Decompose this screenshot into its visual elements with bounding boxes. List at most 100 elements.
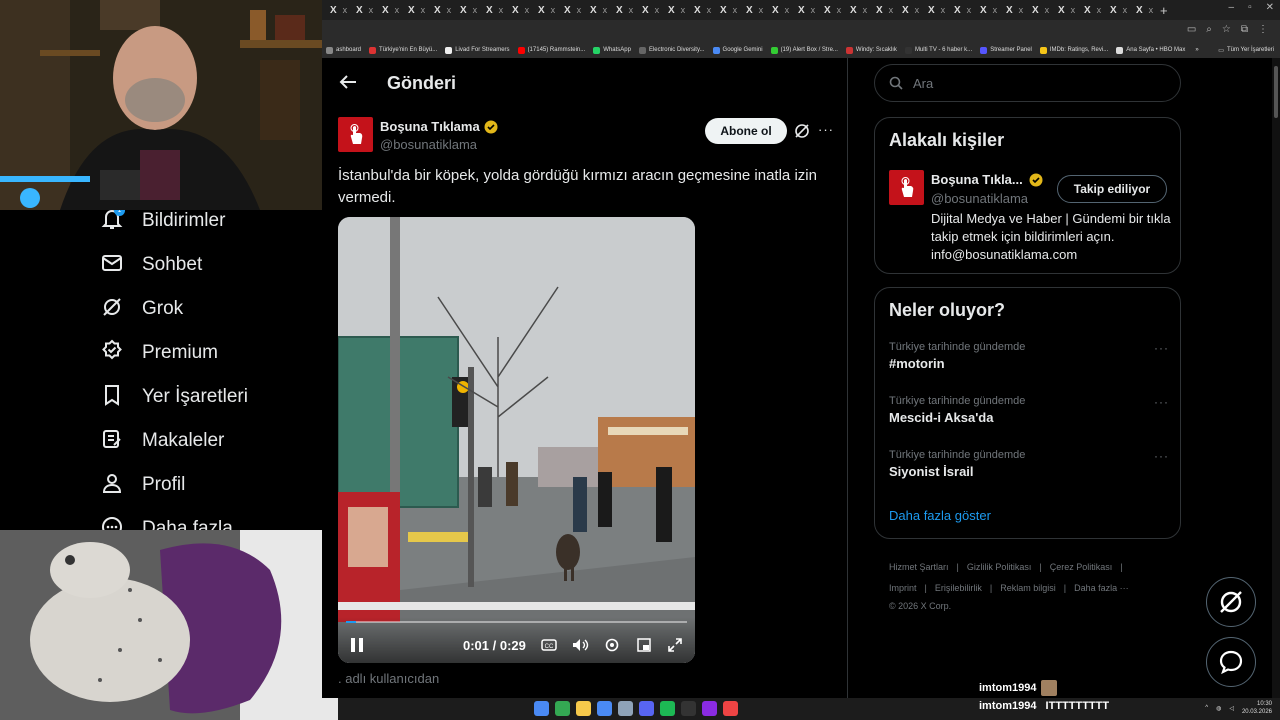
bookmark-item[interactable]: Google Gemini: [709, 46, 767, 54]
tab-close-icon[interactable]: x: [1097, 5, 1102, 15]
tab-close-icon[interactable]: x: [655, 5, 660, 15]
tab-close-icon[interactable]: x: [837, 5, 842, 15]
browser-tab[interactable]: Xx: [1128, 0, 1154, 20]
tab-close-icon[interactable]: x: [499, 5, 504, 15]
captions-icon[interactable]: CC: [540, 636, 558, 654]
browser-tab[interactable]: Xx: [530, 0, 556, 20]
footer-link[interactable]: Imprint: [889, 583, 917, 593]
show-more-link[interactable]: Daha fazla göster: [889, 508, 991, 523]
file-explorer-icon[interactable]: [576, 701, 591, 716]
browser-tab[interactable]: Xx: [842, 0, 868, 20]
trend-more-button[interactable]: ···: [1154, 341, 1169, 355]
tab-close-icon[interactable]: x: [967, 5, 972, 15]
nav-item-mail[interactable]: Sohbet: [100, 250, 202, 280]
scroll-thumb[interactable]: [1274, 66, 1278, 118]
browser-tab[interactable]: Xx: [816, 0, 842, 20]
bookmarks-overflow-button[interactable]: »: [1189, 47, 1204, 53]
browser-tab[interactable]: Xx: [738, 0, 764, 20]
browser-tab[interactable]: Xx: [322, 0, 348, 20]
browser-tab[interactable]: Xx: [374, 0, 400, 20]
star-icon[interactable]: ☆: [1222, 24, 1231, 35]
following-button[interactable]: Takip ediliyor: [1057, 175, 1167, 203]
trend-item[interactable]: Türkiye tarihinde gündemde #motorin ···: [889, 341, 1169, 371]
tab-close-icon[interactable]: x: [1019, 5, 1024, 15]
browser-tab[interactable]: Xx: [400, 0, 426, 20]
zoom-icon[interactable]: ⌕: [1206, 24, 1212, 35]
author-name-text[interactable]: Boşuna Tıklama: [380, 119, 480, 134]
nav-item-profile[interactable]: Profil: [100, 470, 185, 500]
windows-start-icon[interactable]: [534, 701, 549, 716]
tab-close-icon[interactable]: x: [889, 5, 894, 15]
all-bookmarks-folder[interactable]: ▭ Tüm Yer İşaretleri: [1218, 42, 1274, 58]
bookmark-item[interactable]: WhatsApp: [589, 46, 635, 54]
messages-fab-button[interactable]: [1206, 637, 1256, 687]
trend-name[interactable]: Mescid-i Aksa'da: [889, 410, 1169, 425]
trend-more-button[interactable]: ···: [1154, 449, 1169, 463]
tab-close-icon[interactable]: x: [785, 5, 790, 15]
author-handle[interactable]: @bosunatiklama: [380, 137, 477, 152]
browser-tab[interactable]: Xx: [634, 0, 660, 20]
pause-icon[interactable]: [350, 637, 364, 653]
network-icon[interactable]: ◍: [1216, 705, 1221, 712]
related-name[interactable]: Boşuna Tıkla...: [931, 172, 1043, 187]
browser-tab[interactable]: Xx: [348, 0, 374, 20]
spotify-icon[interactable]: [660, 701, 675, 716]
tray-arrow[interactable]: ^: [1205, 705, 1208, 711]
browser-tab[interactable]: Xx: [556, 0, 582, 20]
browser-tab[interactable]: Xx: [1076, 0, 1102, 20]
close-icon[interactable]: ✕: [1266, 2, 1274, 13]
browser-tab[interactable]: Xx: [426, 0, 452, 20]
nav-item-more[interactable]: Daha fazla: [100, 514, 233, 530]
steam-icon[interactable]: [618, 701, 633, 716]
browser-tab[interactable]: Xx: [452, 0, 478, 20]
tab-close-icon[interactable]: x: [551, 5, 556, 15]
clock[interactable]: 10:30 20.03.2026: [1242, 700, 1272, 716]
tab-close-icon[interactable]: x: [447, 5, 452, 15]
footer-link[interactable]: Çerez Politikası: [1050, 562, 1113, 572]
epic-games-icon[interactable]: [681, 701, 696, 716]
tab-close-icon[interactable]: x: [681, 5, 686, 15]
browser-tab[interactable]: Xx: [946, 0, 972, 20]
browser-tab[interactable]: Xx: [1024, 0, 1050, 20]
search-box[interactable]: [874, 64, 1181, 102]
tab-close-icon[interactable]: x: [915, 5, 920, 15]
tab-close-icon[interactable]: x: [863, 5, 868, 15]
obs-icon[interactable]: [723, 701, 738, 716]
new-tab-button[interactable]: +: [1154, 3, 1168, 18]
bookmark-item[interactable]: Windy: Sıcaklık: [842, 46, 901, 54]
extensions-icon[interactable]: ⧉: [1241, 24, 1248, 35]
tab-close-icon[interactable]: x: [577, 5, 582, 15]
tab-close-icon[interactable]: x: [395, 5, 400, 15]
trend-item[interactable]: Türkiye tarihinde gündemde Siyonist İsra…: [889, 449, 1169, 479]
video-progress-bar[interactable]: [346, 621, 687, 623]
bookmark-item[interactable]: ashboard: [322, 46, 365, 54]
tab-close-icon[interactable]: x: [941, 5, 946, 15]
bookmark-item[interactable]: IMDb: Ratings, Revi...: [1036, 46, 1112, 54]
menu-icon[interactable]: ⋮: [1258, 24, 1268, 35]
bookmark-item[interactable]: Livad For Streamers: [441, 46, 513, 54]
back-arrow-icon[interactable]: [338, 72, 358, 92]
browser-tab[interactable]: Xx: [1050, 0, 1076, 20]
author-avatar[interactable]: [338, 117, 373, 152]
tab-close-icon[interactable]: x: [473, 5, 478, 15]
footer-link[interactable]: Erişilebilirlik: [935, 583, 982, 593]
nav-item-bell[interactable]: 1 Bildirimler: [100, 210, 225, 236]
bookmark-item[interactable]: Ana Sayfa • HBO Max: [1112, 46, 1189, 54]
browser-tab[interactable]: Xx: [790, 0, 816, 20]
browser-tab[interactable]: Xx: [920, 0, 946, 20]
footer-link[interactable]: Reklam bilgisi: [1000, 583, 1056, 593]
store-icon[interactable]: [597, 701, 612, 716]
bookmark-item[interactable]: Türkiye'nin En Büyü...: [365, 46, 441, 54]
fullscreen-icon[interactable]: [666, 636, 684, 654]
browser-tab[interactable]: Xx: [504, 0, 530, 20]
author-name[interactable]: Boşuna Tıklama: [380, 119, 498, 134]
volume-icon[interactable]: [571, 636, 589, 654]
nav-item-premium[interactable]: Premium: [100, 338, 218, 368]
browser-tab[interactable]: Xx: [478, 0, 504, 20]
trend-name[interactable]: #motorin: [889, 356, 1169, 371]
post-more-button[interactable]: ···: [818, 122, 834, 137]
pip-icon[interactable]: [635, 636, 653, 654]
maximize-icon[interactable]: ▫: [1248, 2, 1252, 13]
grok-fab-button[interactable]: [1206, 577, 1256, 627]
browser-tab[interactable]: Xx: [608, 0, 634, 20]
